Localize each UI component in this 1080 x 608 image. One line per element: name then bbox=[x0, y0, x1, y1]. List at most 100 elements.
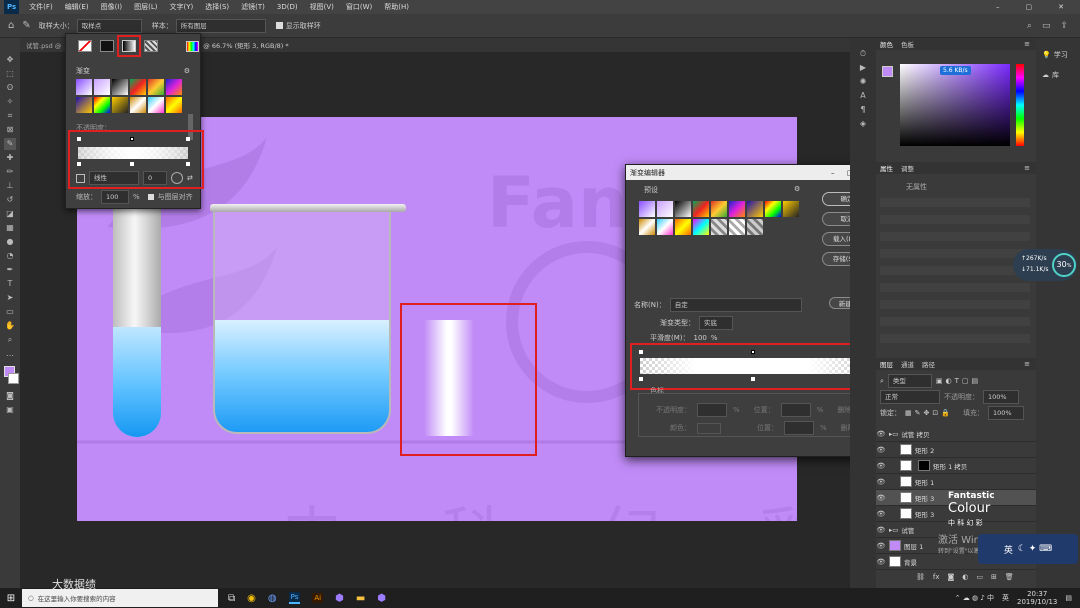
ime-floating-bar[interactable]: 英 ☾ ✦ ⌨ bbox=[978, 534, 1078, 564]
fg-color-chip[interactable] bbox=[882, 66, 893, 77]
visibility-icon[interactable]: 👁 bbox=[876, 510, 886, 518]
app2-icon[interactable]: ⬢ bbox=[377, 593, 386, 604]
color-field[interactable] bbox=[900, 64, 1010, 146]
move-tool-icon[interactable]: ✥ bbox=[4, 54, 16, 66]
layer-row[interactable]: 👁 矩形 1 bbox=[876, 474, 1036, 490]
preset-swatch[interactable] bbox=[639, 201, 655, 217]
preset-swatch[interactable] bbox=[747, 219, 763, 235]
panel-menu-icon[interactable]: ≡ bbox=[1024, 40, 1030, 48]
app-icon[interactable]: ⬢ bbox=[335, 593, 344, 604]
more-tools-icon[interactable]: … bbox=[4, 348, 16, 360]
tab-adjustments[interactable]: 调整 bbox=[897, 163, 918, 173]
layer-kind-select[interactable]: 类型 bbox=[887, 374, 932, 388]
eraser-tool-icon[interactable]: ◪ bbox=[4, 208, 16, 220]
windows-start-icon[interactable]: ⊞ bbox=[0, 593, 22, 604]
marquee-tool-icon[interactable]: ⬚ bbox=[4, 68, 16, 80]
search-icon[interactable]: ⌕ bbox=[1027, 21, 1032, 31]
stop-opacity-field[interactable] bbox=[697, 403, 727, 417]
maximize-icon[interactable]: ▢ bbox=[1020, 0, 1039, 14]
ime-indicator[interactable]: 英 bbox=[1002, 593, 1009, 603]
layers-menu-icon[interactable]: ≡ bbox=[1024, 360, 1030, 368]
preset-swatch[interactable] bbox=[166, 79, 182, 95]
tab-paths[interactable]: 路径 bbox=[918, 359, 939, 369]
magic-wand-icon[interactable]: ✧ bbox=[4, 96, 16, 108]
scale-field[interactable]: 100 bbox=[101, 190, 129, 204]
preset-swatch[interactable] bbox=[729, 219, 745, 235]
preset-swatch[interactable] bbox=[747, 201, 763, 217]
tab-color[interactable]: 颜色 bbox=[876, 39, 897, 49]
pattern-fill-icon[interactable] bbox=[144, 40, 158, 52]
preset-swatch[interactable] bbox=[711, 219, 727, 235]
blur-tool-icon[interactable]: ● bbox=[4, 236, 16, 248]
eyedropper-icon[interactable]: ✎ bbox=[22, 20, 30, 31]
menu-file[interactable]: 文件(F) bbox=[23, 0, 59, 14]
lock-icons[interactable]: ▦✎✥⊡🔒 bbox=[905, 409, 953, 417]
preset-swatch[interactable] bbox=[166, 97, 182, 113]
name-field[interactable]: 自定 bbox=[669, 298, 802, 312]
workspace-icon[interactable]: ▭ bbox=[1042, 21, 1051, 31]
close-window-icon[interactable]: ✕ bbox=[1052, 0, 1070, 14]
ps-logo[interactable]: Ps bbox=[4, 0, 20, 14]
visibility-icon[interactable]: 👁 bbox=[876, 542, 886, 550]
lasso-tool-icon[interactable]: ʘ bbox=[4, 82, 16, 94]
chrome-icon[interactable]: ◉ bbox=[247, 593, 256, 604]
preset-swatch[interactable] bbox=[765, 201, 781, 217]
history-brush-icon[interactable]: ↺ bbox=[4, 194, 16, 206]
preset-swatch[interactable] bbox=[675, 219, 691, 235]
fill-field[interactable]: 100% bbox=[987, 406, 1024, 420]
notification-icon[interactable]: ▤ bbox=[1065, 594, 1072, 602]
libraries-row[interactable]: ☁ 库 bbox=[1036, 60, 1080, 80]
editor-stop-marker[interactable] bbox=[639, 350, 643, 354]
align-checkbox[interactable] bbox=[147, 194, 154, 200]
opacity-field[interactable]: 100% bbox=[983, 390, 1019, 404]
tab-properties[interactable]: 属性 bbox=[876, 163, 897, 173]
menu-3d[interactable]: 3D(D) bbox=[271, 0, 304, 14]
editor-stop-marker[interactable] bbox=[639, 377, 643, 381]
editor-stop-marker[interactable] bbox=[751, 377, 755, 381]
preset-swatch[interactable] bbox=[76, 97, 92, 113]
no-fill-icon[interactable] bbox=[78, 40, 92, 52]
gradient-fill-icon[interactable] bbox=[117, 35, 141, 57]
explorer-icon[interactable]: ▬ bbox=[356, 593, 365, 604]
tab-tube-doc[interactable]: 试管.psd @ bbox=[20, 40, 67, 50]
preset-swatch[interactable] bbox=[94, 79, 110, 95]
editor-minimize-icon[interactable]: – bbox=[831, 169, 835, 177]
editor-presets-settings-icon[interactable]: ⚙ bbox=[794, 185, 800, 193]
mask-icon[interactable]: ◙ bbox=[948, 573, 955, 581]
stamp-tool-icon[interactable]: ⊥ bbox=[4, 180, 16, 192]
healing-tool-icon[interactable]: ✚ bbox=[4, 152, 16, 164]
visibility-icon[interactable]: 👁 bbox=[876, 526, 886, 534]
sample-size-select[interactable]: 取样点 bbox=[76, 18, 142, 33]
tab-channels[interactable]: 通道 bbox=[897, 359, 918, 369]
minimize-icon[interactable]: – bbox=[990, 0, 1006, 14]
preset-swatch[interactable] bbox=[729, 201, 745, 217]
visibility-icon[interactable]: 👁 bbox=[876, 478, 886, 486]
preset-swatch[interactable] bbox=[783, 201, 799, 217]
adjustment-icon[interactable]: ◐ bbox=[962, 573, 968, 581]
task-view-icon[interactable]: ⧉ bbox=[228, 593, 235, 604]
visibility-icon[interactable]: 👁 bbox=[876, 494, 886, 502]
preset-swatch[interactable] bbox=[130, 97, 146, 113]
gradient-tool-icon[interactable]: ▦ bbox=[4, 222, 16, 234]
stop-position-field[interactable] bbox=[780, 403, 811, 417]
tab-layers[interactable]: 图层 bbox=[876, 359, 897, 369]
glyphs-panel-icon[interactable]: ◈ bbox=[857, 118, 869, 130]
color-picker-icon[interactable] bbox=[186, 40, 199, 52]
layer-row[interactable]: 👁 矩形 1 拷贝 bbox=[876, 458, 1036, 474]
menu-select[interactable]: 选择(S) bbox=[199, 0, 235, 14]
delete-layer-icon[interactable]: 🗑 bbox=[1005, 573, 1014, 581]
actions-panel-icon[interactable]: ▶ bbox=[857, 62, 869, 74]
layer-row[interactable]: 👁 矩形 2 bbox=[876, 442, 1036, 458]
zoom-tool-icon[interactable]: ⌕ bbox=[4, 334, 16, 346]
blend-mode-select[interactable]: 正常 bbox=[880, 390, 940, 404]
stop-color-swatch[interactable] bbox=[697, 422, 721, 434]
preset-swatch[interactable] bbox=[657, 219, 673, 235]
quick-mask-icon[interactable]: ◙ bbox=[4, 390, 16, 402]
visibility-icon[interactable]: 👁 bbox=[876, 430, 886, 438]
menu-filter[interactable]: 滤镜(T) bbox=[235, 0, 271, 14]
preset-swatch[interactable] bbox=[639, 219, 655, 235]
filter-icons[interactable]: ▣◐T▢▤ bbox=[936, 377, 981, 385]
frame-tool-icon[interactable]: ⊠ bbox=[4, 124, 16, 136]
rectangle-tool-icon[interactable]: ▭ bbox=[4, 306, 16, 318]
smooth-value[interactable]: 100 bbox=[694, 334, 707, 342]
